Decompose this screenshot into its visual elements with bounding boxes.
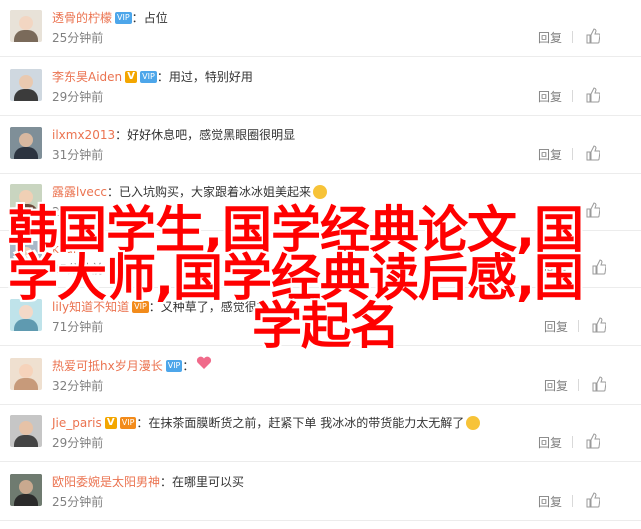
list-item: kzuiI： 25分钟前 回复 (0, 231, 641, 288)
timestamp: 25分钟前 (52, 31, 104, 45)
comment-line: Jie_paris V VIP ：在抹茶面膜断货之前，赶紧下单 我冰冰的带货能力太无解… (52, 414, 481, 432)
comment-text: 在抹茶面膜断货之前，赶紧下单 我冰冰的带货能力太无解了 (148, 416, 465, 430)
timestamp: 29分钟前 (52, 436, 104, 450)
timestamp: 29分钟前 (52, 90, 104, 104)
vip-badge-icon: VIP (165, 359, 183, 372)
thumbs-up-icon[interactable] (586, 433, 600, 449)
timestamp: 32分钟前 (52, 379, 104, 393)
list-item: 李东昊Aiden V VIP ：用过，特别好用 29分钟前 回复 (0, 59, 641, 116)
list-item: 欧阳委婉是太阳男神：在哪里可以买 25分钟前 回复 (0, 464, 641, 521)
thumbs-up-icon[interactable] (592, 376, 606, 392)
thumbs-up-icon[interactable] (586, 28, 600, 44)
avatar[interactable] (10, 415, 42, 447)
comment-text: 已入坑购买，大家跟着冰冰姐美起来 (119, 185, 312, 199)
vip-badge-icon: VIP (115, 11, 132, 24)
comment-line: 露露lvecc：已入坑购买，大家跟着冰冰姐美起来 (52, 183, 328, 201)
thumbs-up-icon[interactable] (586, 145, 600, 161)
timestamp: 25分钟前 (52, 495, 104, 509)
thumbs-up-icon[interactable] (592, 317, 606, 333)
reply-button[interactable]: 回复 (544, 261, 568, 277)
verified-v-icon: V (104, 416, 117, 429)
comment-text: 占位 (143, 11, 168, 25)
colon-separator: ： (182, 359, 195, 373)
timestamp: 25分钟前 (52, 205, 104, 219)
list-item: 露露lvecc：已入坑购买，大家跟着冰冰姐美起来 25分钟前 回复 (0, 174, 641, 231)
heart-emoji-icon (196, 356, 212, 375)
colon-separator: ： (131, 11, 144, 25)
list-item: 热爱可抵hx岁月漫长 VIP： 32分钟前 回复 (0, 348, 641, 405)
colon-separator: ： (136, 416, 149, 430)
list-item: 透骨的柠檬 VIP ：占位 25分钟前 回复 (0, 0, 641, 57)
divider (572, 148, 573, 160)
avatar[interactable] (10, 10, 42, 42)
divider (578, 320, 579, 332)
divider (578, 379, 579, 391)
avatar[interactable] (10, 127, 42, 159)
comment-text: 好好休息吧，感觉黑眼圈很明显 (127, 128, 296, 142)
vip-badge-icon: VIP (140, 70, 157, 83)
reply-button[interactable]: 回复 (544, 378, 568, 394)
divider (572, 436, 573, 448)
comment-line: 李东昊Aiden V VIP ：用过，特别好用 (52, 68, 253, 86)
comment-line: kzuiI： (52, 240, 92, 258)
list-item: lily知道不知道 VIP ：又种草了，感觉很好 71分钟前 回复 (0, 289, 641, 346)
divider (578, 262, 579, 274)
comment-line: lily知道不知道 VIP ：又种草了，感觉很好 (52, 298, 269, 316)
username-link[interactable]: kzuiI (52, 242, 80, 256)
comment-text: 又种草了，感觉很好 (160, 300, 269, 314)
divider (572, 90, 573, 102)
comment-text: 用过，特别好用 (168, 70, 253, 84)
avatar[interactable] (10, 358, 42, 390)
avatar[interactable] (10, 299, 42, 331)
divider (572, 31, 573, 43)
divider (572, 495, 573, 507)
list-item: ilxmx2013：好好休息吧，感觉黑眼圈很明显 31分钟前 回复 (0, 117, 641, 174)
thumbs-up-icon[interactable] (592, 259, 606, 275)
timestamp: 71分钟前 (52, 320, 104, 334)
avatar[interactable] (10, 69, 42, 101)
divider (572, 205, 573, 217)
reply-button[interactable]: 回复 (538, 147, 562, 163)
comment-text: 在哪里可以买 (172, 475, 245, 489)
username-link[interactable]: lily知道不知道 (52, 300, 129, 314)
avatar[interactable] (10, 184, 42, 216)
colon-separator: ： (160, 475, 173, 489)
username-link[interactable]: 透骨的柠檬 (52, 11, 112, 25)
colon-separator: ： (148, 300, 161, 314)
reply-button[interactable]: 回复 (538, 204, 562, 220)
timestamp: 25分钟前 (52, 262, 104, 276)
thumbs-up-icon[interactable] (586, 202, 600, 218)
comment-line: 透骨的柠檬 VIP ：占位 (52, 9, 168, 27)
username-link[interactable]: 热爱可抵hx岁月漫长 (52, 359, 163, 373)
colon-separator: ： (156, 70, 169, 84)
comment-line: 欧阳委婉是太阳男神：在哪里可以买 (52, 473, 244, 491)
username-link[interactable]: 李东昊Aiden (52, 70, 122, 84)
avatar[interactable] (10, 241, 42, 273)
comment-line: 热爱可抵hx岁月漫长 VIP： (52, 356, 212, 375)
grin-emoji-icon (466, 415, 481, 430)
colon-separator: ： (115, 128, 128, 142)
vip-badge-icon: VIP (119, 416, 137, 429)
username-link[interactable]: ilxmx2013 (52, 128, 115, 142)
username-link[interactable]: Jie_paris (52, 416, 102, 430)
colon-separator: ： (79, 242, 92, 256)
reply-button[interactable]: 回复 (538, 494, 562, 510)
thumbs-up-icon[interactable] (586, 87, 600, 103)
username-link[interactable]: 欧阳委婉是太阳男神 (52, 475, 160, 489)
reply-button[interactable]: 回复 (538, 435, 562, 451)
reply-button[interactable]: 回复 (538, 30, 562, 46)
avatar[interactable] (10, 474, 42, 506)
colon-separator: ： (107, 185, 120, 199)
username-link[interactable]: 露露lvecc (52, 185, 107, 199)
vip-badge-icon: VIP (132, 300, 149, 313)
comment-line: ilxmx2013：好好休息吧，感觉黑眼圈很明显 (52, 126, 295, 144)
thumbs-up-icon[interactable] (586, 492, 600, 508)
reply-button[interactable]: 回复 (544, 319, 568, 335)
timestamp: 31分钟前 (52, 148, 104, 162)
verified-v-icon: V (125, 70, 138, 83)
list-item: Jie_paris V VIP ：在抹茶面膜断货之前，赶紧下单 我冰冰的带货能力太无解… (0, 405, 641, 462)
reply-button[interactable]: 回复 (538, 89, 562, 105)
smile-emoji-icon (313, 184, 328, 199)
